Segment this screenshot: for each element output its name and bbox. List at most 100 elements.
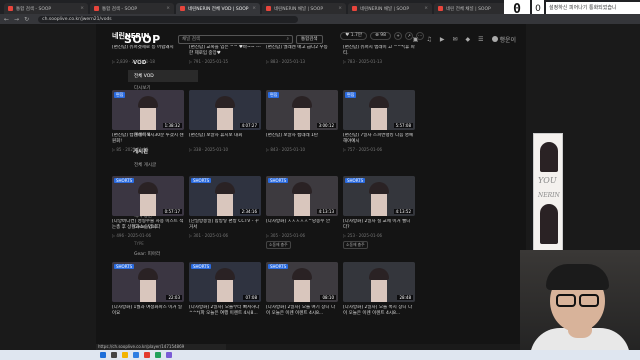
video-title[interactable]: [다자방화] 2일차] 오늘 여기 장니 다이 오늘은 이렌 이렌트 4시8..…: [266, 305, 338, 317]
tab-title: 네린 전체 채널 | SOOP: [446, 6, 491, 12]
close-icon[interactable]: ×: [166, 6, 170, 11]
profile-menu[interactable]: 행운이: [491, 35, 516, 44]
channel-bar: 네린NERIN ♥ 1.7만 ⊕ 98 + ↗ ⋯: [112, 30, 424, 42]
video-icon[interactable]: ▶: [440, 36, 445, 43]
side-advertisement[interactable]: YOU NERIN: [533, 133, 563, 258]
more-icon[interactable]: ⋯: [416, 32, 424, 40]
video-title[interactable]: [편신답] 7일차 스피번랭킹 다음 명예해야예시: [343, 133, 415, 145]
video-card[interactable]: SHORTS 2:34:16 [단일방송일] 합방넣 편방 CCTV - 꾸거서 ▷ …: [189, 176, 261, 262]
video-duration: 2:34:16: [239, 209, 259, 214]
video-card[interactable]: [편신답] 엘레멘 매고 급다2 우등 ▷ 883 · 2025-01-13: [266, 42, 338, 90]
close-icon[interactable]: ×: [252, 6, 256, 11]
video-thumbnail[interactable]: SHORTS 08:10: [266, 262, 338, 302]
subscribe-button[interactable]: ♥ 1.7만: [340, 32, 368, 40]
video-card[interactable]: 편집 5:57:08 [편신답] 7일차 스피번랭킹 다음 명예해야예시 ▷ 757 …: [343, 90, 415, 176]
share-icon[interactable]: ↗: [405, 32, 413, 40]
video-card[interactable]: 편집 3:00:12 [편신답] 보알자 캠데레 1탄 ▷ 843 · 2025-01…: [266, 90, 338, 176]
video-meta: ▷ 2,839 · 2025-01-18: [112, 59, 155, 64]
avatar: [491, 35, 498, 42]
video-meta: ▷ 843 · 2025-01-10: [266, 147, 306, 152]
message-icon[interactable]: ✉: [452, 36, 457, 43]
browser-tab[interactable]: 통합 검색 - SOOP ×: [90, 3, 174, 14]
video-card[interactable]: [편신답] 슈퍼지 뱀레이 고 ^^*(휴 파티. ▷ 783 · 2025-01…: [343, 42, 415, 90]
video-thumbnail[interactable]: SHORTS 2:34:16: [189, 176, 261, 216]
url-field[interactable]: ch.sooplive.co.kr/jwern21/vods: [38, 15, 299, 23]
video-card[interactable]: SHORTS 08:10 [다자방화] 2일차] 오늘 여기 장니 다이 오늘은 이…: [266, 262, 338, 348]
video-title[interactable]: [편신답] 보알자 휴지보 대회: [189, 133, 261, 145]
video-thumbnail[interactable]: 4:07:27: [189, 90, 261, 130]
webcam-hair: [546, 264, 609, 290]
video-duration: 4:07:27: [239, 123, 259, 128]
video-thumbnail[interactable]: 편집 3:00:12: [266, 90, 338, 130]
video-duration: 3:00:12: [316, 123, 336, 128]
edge-icon[interactable]: [133, 352, 139, 358]
thumbnail-figure: [138, 182, 158, 216]
video-title[interactable]: [편신답] 엘레멘 매고 급다2 우등: [266, 45, 338, 57]
app2-icon[interactable]: [166, 352, 172, 358]
video-title[interactable]: [편신답] 교복을 입은 ^^ ♥바~~ ---한 제로입 중앙♥: [189, 45, 261, 57]
video-title[interactable]: [편신답] 슈퍼겟세로 등 어렵왜지: [112, 45, 184, 57]
webcam-hand: [568, 320, 592, 338]
browser-tab[interactable]: 네린NERIN 전체 VOD | SOOP ×: [176, 3, 260, 14]
start-icon[interactable]: [100, 352, 106, 358]
video-card[interactable]: SHORTS 0:57:17 [다양버디컨] 성형수술 사용 미스트 적는총 후 상…: [112, 176, 184, 262]
video-title[interactable]: [단일방송일] 합방넣 편방 CCTV - 꾸거서: [189, 219, 261, 231]
video-title[interactable]: [다자방화] 2일차 실 교에 이거 빨니다?: [343, 219, 415, 231]
browser-tab[interactable]: 네린NERIN 채널 | SOOP ×: [262, 3, 346, 14]
tab-title: 통합 검색 - SOOP: [102, 6, 138, 12]
thumbnail-figure: [369, 268, 389, 302]
video-thumbnail[interactable]: SHORTS 4:13:13: [266, 176, 338, 216]
video-title[interactable]: [다양버디컨] 성형수술 사용 미스트 적는총 후 상황과소습입니다: [112, 219, 184, 231]
video-card[interactable]: SHORTS 22:03 [다자방화] 1월과 여정화파스 이거 일 이요: [112, 262, 184, 348]
video-thumbnail[interactable]: SHORTS 4:13:52: [343, 176, 415, 216]
tab-title: 네린NERIN 채널 | SOOP: [360, 6, 410, 12]
video-title[interactable]: [다자방화] 1월과 여정화파스 이거 일 이요: [112, 305, 184, 317]
gift-icon[interactable]: ◆: [466, 36, 471, 43]
reload-icon[interactable]: ↻: [24, 16, 29, 23]
video-card[interactable]: SHORTS 4:13:52 [다자방화] 2일차 실 교에 이거 빨니다? ▷ 25…: [343, 176, 415, 262]
webcam-overlay: [520, 250, 640, 360]
add-icon[interactable]: +: [394, 32, 402, 40]
video-title[interactable]: [다자방화] ㅅㅅㅅㅅㅅ^낭종수 안: [266, 219, 338, 231]
tab-title: 네린NERIN 전체 VOD | SOOP: [188, 6, 249, 12]
chrome-icon[interactable]: [144, 352, 150, 358]
video-thumbnail[interactable]: SHORTS 0:57:17: [112, 176, 184, 216]
video-title[interactable]: [다자방화] 2일차] 오늘부터 빠져하다 ^^*(파 오늘은 여행 이렌트 4…: [189, 305, 261, 317]
fan-button[interactable]: ⊕ 98: [370, 32, 391, 40]
explorer-icon[interactable]: [122, 352, 128, 358]
forward-icon[interactable]: →: [14, 16, 19, 23]
browser-tabbar: 통합 검색 - SOOP × 통합 검색 - SOOP × 네린NERIN 전체 VOD…: [0, 0, 640, 14]
search-taskbar-icon[interactable]: [111, 352, 117, 358]
video-thumbnail[interactable]: 28:48: [343, 262, 415, 302]
video-title[interactable]: [편신답] 보알자 캠데레 1탄: [266, 133, 338, 145]
video-title[interactable]: [다자방화] 2일차] 오늘 혹시 장니 다이 오늘은 이렌 이렌트 4시8..…: [343, 305, 415, 317]
video-card[interactable]: [편신답] 교복을 입은 ^^ ♥바~~ ---한 제로입 중앙♥ ▷ 791 ·…: [189, 42, 261, 90]
bell-icon[interactable]: ♫: [426, 36, 431, 43]
app-icon[interactable]: [155, 352, 161, 358]
browser-tab[interactable]: 네린NERIN 채널 | SOOP ×: [348, 3, 432, 14]
video-card[interactable]: 28:48 [다자방화] 2일차] 오늘 혹시 장니 다이 오늘은 이렌 이렌트 …: [343, 262, 415, 348]
video-thumbnail[interactable]: SHORTS 22:03: [112, 262, 184, 302]
video-thumbnail[interactable]: SHORTS 07:08: [189, 262, 261, 302]
video-card[interactable]: SHORTS 4:13:13 [다자방화] ㅅㅅㅅㅅㅅ^낭종수 안 ▷ 305 · 2…: [266, 176, 338, 262]
browser-tab[interactable]: 통합 검색 - SOOP ×: [4, 3, 88, 14]
video-card[interactable]: 편집 1:38:32 [편신답] 캡텐에미 8시30분 투겠지 센원회! ▷ 85 ·…: [112, 90, 184, 176]
back-icon[interactable]: ←: [4, 16, 9, 23]
video-thumbnail[interactable]: 편집 5:57:08: [343, 90, 415, 130]
channel-name: 네린NERIN: [112, 32, 150, 40]
soop-favicon-icon: [180, 6, 185, 11]
close-icon[interactable]: ×: [338, 6, 342, 11]
video-title[interactable]: [편신답] 캡텐에미 8시30분 투겠지 센원회!: [112, 133, 184, 145]
video-title[interactable]: [편신답] 슈퍼지 뱀레이 고 ^^*(휴 파티.: [343, 45, 415, 57]
video-card[interactable]: [편신답] 슈퍼겟세로 등 어렵왜지 ▷ 2,839 · 2025-01-18: [112, 42, 184, 90]
close-icon[interactable]: ×: [80, 6, 84, 11]
video-duration: 4:13:52: [393, 209, 413, 214]
video-card[interactable]: 4:07:27 [편신답] 보알자 휴지보 대회 ▷ 338 · 2025-01-1…: [189, 90, 261, 176]
close-icon[interactable]: ×: [424, 6, 428, 11]
tab-title: 네린NERIN 채널 | SOOP: [274, 6, 324, 12]
video-tag: SHORTS: [191, 178, 212, 183]
video-card[interactable]: SHORTS 07:08 [다자방화] 2일차] 오늘부터 빠져하다 ^^*(파 오…: [189, 262, 261, 348]
video-thumbnail[interactable]: 편집 1:38:32: [112, 90, 184, 130]
video-meta: ▷ 253 · 2025-01-06: [343, 233, 383, 238]
menu-icon[interactable]: ☰: [478, 36, 483, 43]
